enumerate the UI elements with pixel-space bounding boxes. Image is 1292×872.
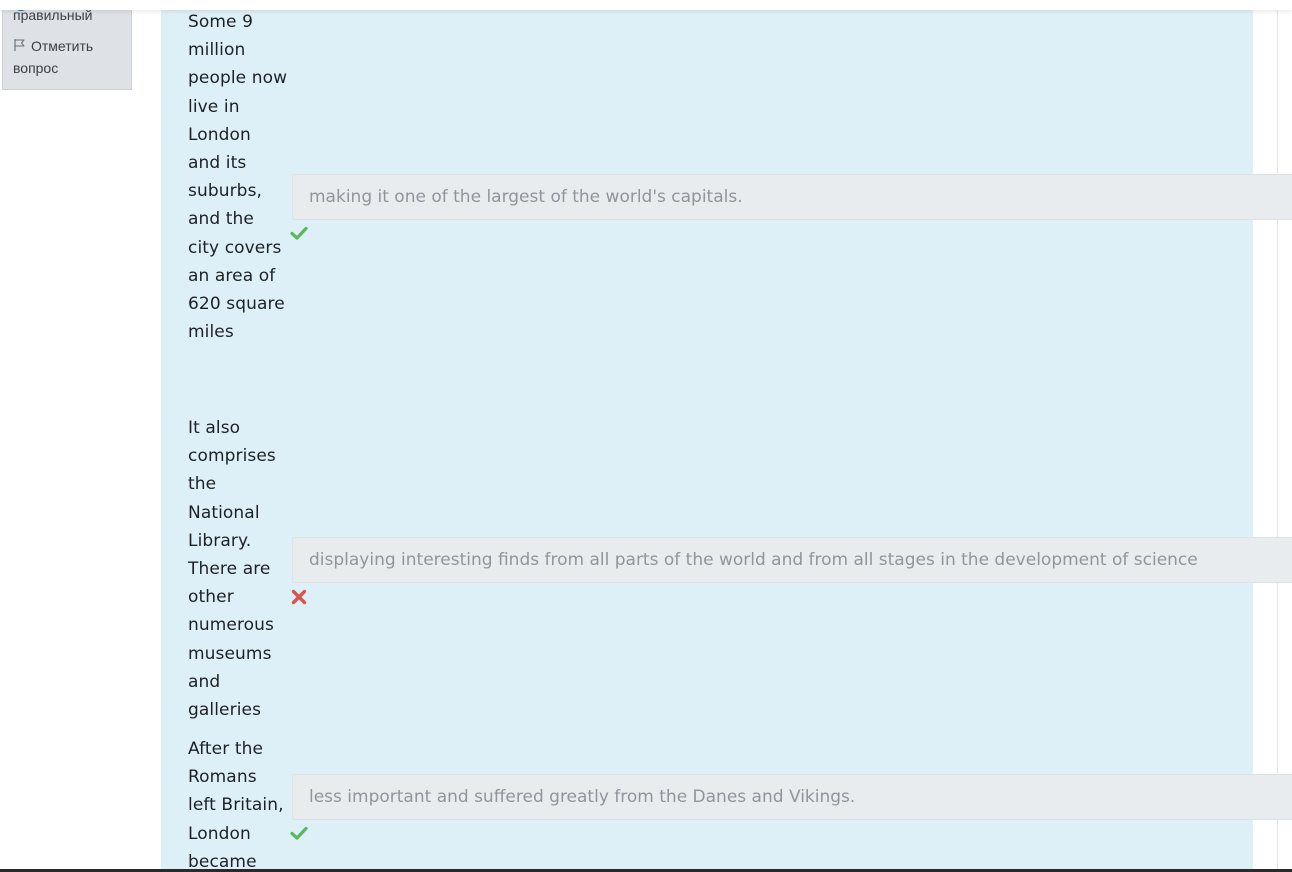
matching-stem-text: Some 9 million people now live in London… [188, 12, 288, 343]
question-content-area [161, 0, 1253, 872]
quiz-review-page: правильный Отметить вопрос Some 9 millio… [0, 0, 1292, 872]
check-icon [290, 226, 308, 240]
flag-question-link[interactable]: Отметить вопрос [13, 35, 125, 79]
matching-answer-select[interactable]: making it one of the largest of the worl… [292, 174, 1292, 220]
top-navbar [0, 0, 1292, 10]
right-gutter [1253, 0, 1278, 872]
matching-answer-select[interactable]: less important and suffered greatly from… [292, 774, 1292, 820]
right-divider [1277, 0, 1278, 872]
matching-answer-select[interactable]: displaying interesting finds from all pa… [292, 537, 1292, 583]
matching-stem-text: After the Romans left Britain, London be… [188, 739, 284, 872]
cross-icon [291, 589, 307, 605]
question-info-block: правильный Отметить вопрос [2, 0, 132, 90]
check-icon [290, 826, 308, 840]
flag-icon [14, 39, 25, 51]
matching-stem-text: It also comprises the National Library. … [188, 418, 276, 721]
